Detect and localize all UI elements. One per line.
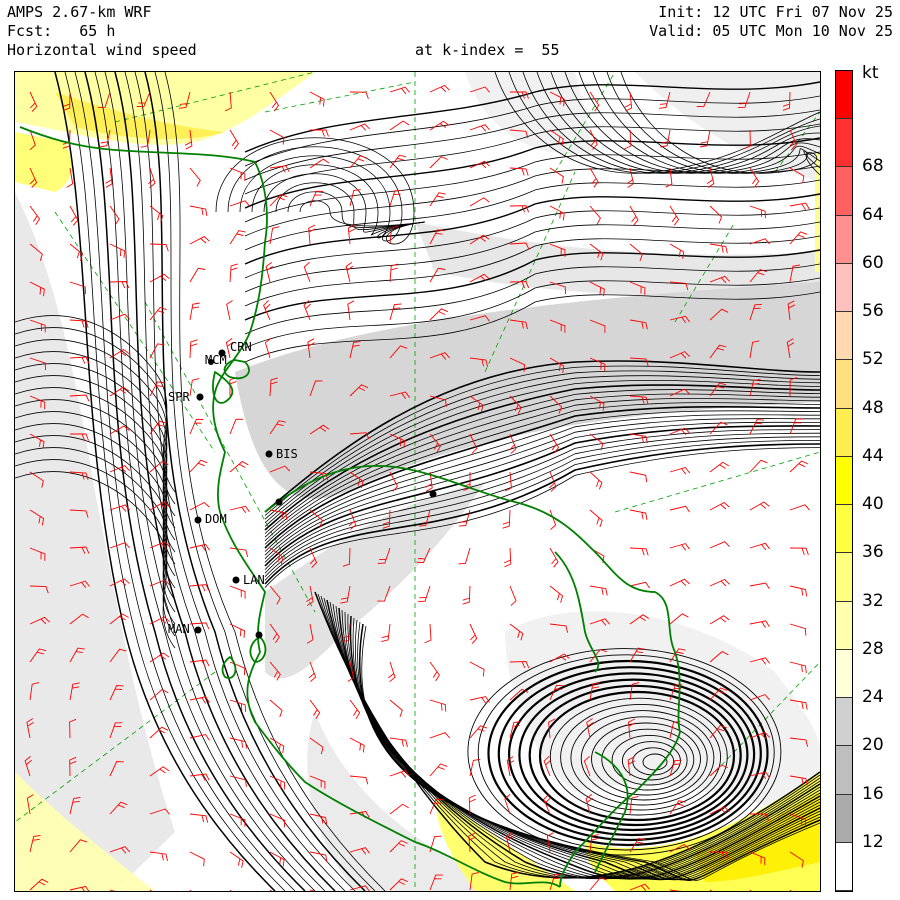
colorbar-segment (836, 601, 852, 650)
map-canvas: CRN MCM SPR BIS DOM LAN MAN (15, 72, 820, 891)
colorbar-tick-label: 60 (862, 252, 884, 273)
colorbar-segment (836, 119, 852, 168)
colorbar-tick-label: 56 (862, 301, 884, 322)
colorbar-segment (836, 263, 852, 313)
colorbar-tick-label: 48 (862, 397, 884, 418)
station-marker (429, 490, 437, 498)
field-name: Horizontal wind speed (7, 41, 197, 59)
svg-text:SPR: SPR (168, 390, 190, 404)
forecast-hour: Fcst: 65 h (7, 22, 116, 40)
colorbar-tick-label: 64 (862, 204, 884, 225)
colorbar-tick-label: 24 (862, 687, 884, 708)
colorbar-segment (836, 794, 852, 843)
colorbar-segment (836, 71, 852, 120)
colorbar-segment (836, 215, 852, 264)
colorbar-segment (836, 360, 852, 409)
station-lan: LAN (232, 573, 265, 587)
colorbar-segment (836, 456, 852, 506)
colorbar-tick-label: 12 (862, 831, 884, 852)
colorbar-segment (836, 746, 852, 795)
station-spr: SPR (168, 390, 204, 404)
colorbar-tick-label: 16 (862, 783, 884, 804)
svg-text:BIS: BIS (276, 447, 298, 461)
model-title: AMPS 2.67-km WRF (7, 3, 152, 21)
colorbar-tick-label: 40 (862, 494, 884, 515)
colorbar-segment (836, 649, 852, 699)
colorbar-segment (836, 698, 852, 747)
svg-text:DOM: DOM (205, 512, 227, 526)
svg-text:MCM: MCM (205, 353, 227, 367)
colorbar-segment (836, 312, 852, 361)
colorbar-segment (836, 408, 852, 457)
wind-speed-map: CRN MCM SPR BIS DOM LAN MAN (14, 71, 821, 892)
colorbar-tick-label: 68 (862, 156, 884, 177)
station-man: MAN (168, 622, 202, 636)
valid-time: Valid: 05 UTC Mon 10 Nov 25 (649, 22, 893, 40)
init-time: Init: 12 UTC Fri 07 Nov 25 (658, 3, 893, 21)
colorbar-segment (836, 842, 852, 891)
colorbar-tick-label: 44 (862, 445, 884, 466)
colorbar-segment (836, 553, 852, 602)
colorbar-segment (836, 167, 852, 216)
colorbar (835, 70, 853, 892)
colorbar-tick-label: 32 (862, 590, 884, 611)
colorbar-tick-label: 28 (862, 638, 884, 659)
level-index: at k-index = 55 (415, 41, 560, 59)
colorbar-segment (836, 505, 852, 554)
station-mcm: MCM (205, 353, 227, 367)
station-marker (255, 631, 263, 639)
svg-text:CRN: CRN (230, 340, 252, 354)
station-marker (275, 498, 283, 506)
colorbar-unit: kt (862, 63, 879, 83)
svg-text:MAN: MAN (168, 622, 190, 636)
colorbar-tick-label: 20 (862, 735, 884, 756)
colorbar-tick-label: 36 (862, 542, 884, 563)
colorbar-tick-label: 52 (862, 349, 884, 370)
svg-text:LAN: LAN (243, 573, 265, 587)
